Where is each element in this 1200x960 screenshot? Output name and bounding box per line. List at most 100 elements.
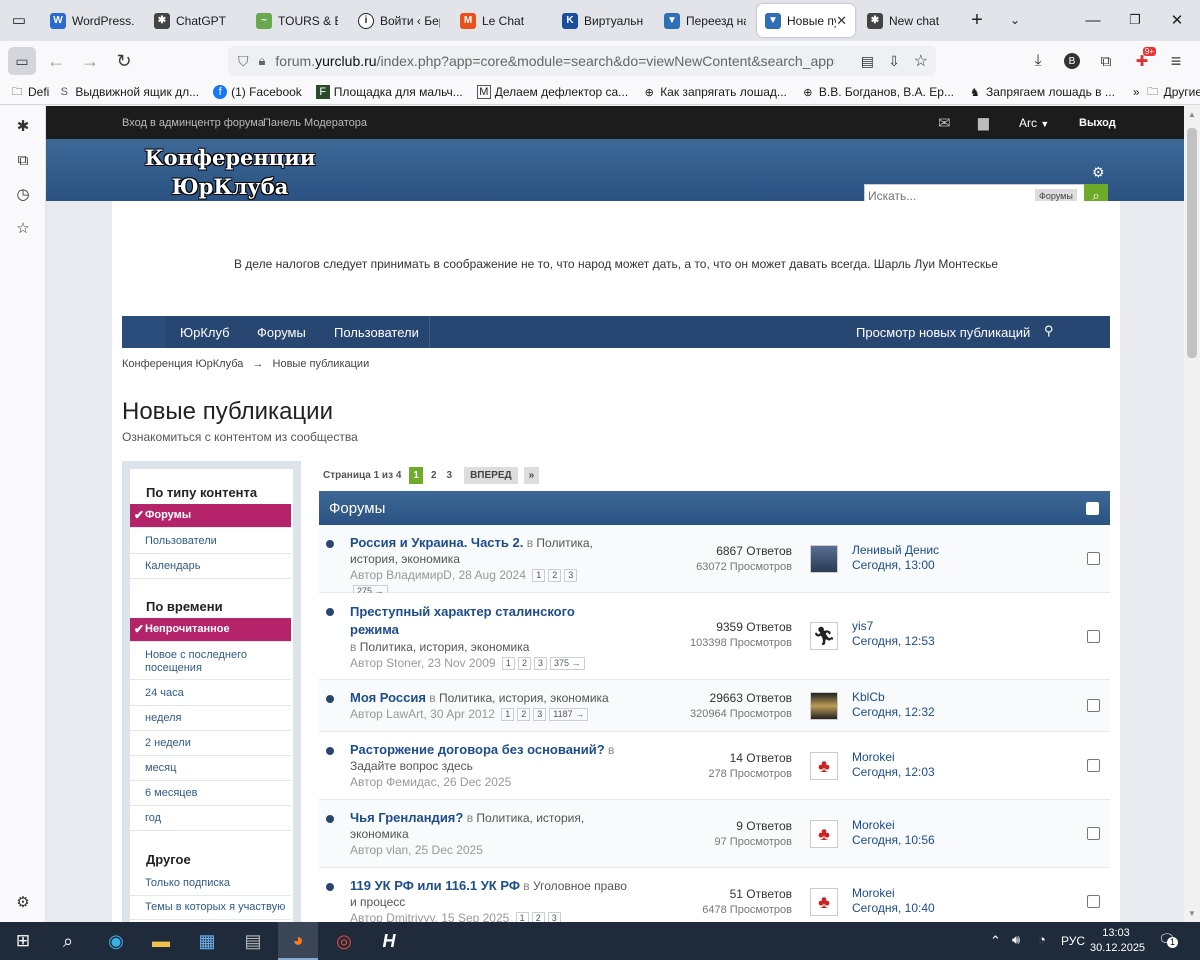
avatar[interactable] (810, 545, 838, 573)
filter-week[interactable]: неделя (130, 707, 291, 731)
last-poster[interactable]: Morokei (852, 818, 935, 833)
tab-wordpress[interactable]: WWordPress.co (42, 4, 142, 37)
clock[interactable]: 13:03 30.12.2025 (1090, 926, 1145, 956)
sidebar-toggle-icon[interactable]: ▭ (8, 47, 36, 75)
page-link-current[interactable]: 1 (409, 466, 423, 484)
extension-puzzle-icon[interactable]: ✚ 9+ (1128, 47, 1156, 75)
gear-icon[interactable]: ⚙ (1092, 164, 1105, 181)
row-checkbox[interactable] (1087, 699, 1100, 712)
bookmark-item[interactable]: ⊕ В.В. Богданов, В.А. Ер... (801, 85, 954, 99)
edge-icon[interactable]: ◉ (101, 926, 131, 956)
tab-chatgpt[interactable]: ✱ ChatGPT (146, 4, 244, 37)
language-indicator[interactable]: РУС (1061, 934, 1085, 948)
row-checkbox[interactable] (1087, 552, 1100, 565)
scroll-down-icon[interactable]: ▼ (1188, 909, 1196, 918)
topic-title[interactable]: Преступный характер сталинского режима (350, 603, 595, 639)
breadcrumb-home[interactable]: Конференция ЮрКлуба (122, 358, 243, 370)
nav-view-new-content[interactable]: Просмотр новых публикаций (856, 325, 1030, 340)
close-window-icon[interactable]: ✕ (1164, 8, 1190, 32)
last-post-time[interactable]: Сегодня, 10:40 (852, 901, 935, 916)
calculator-icon[interactable]: ▤ (238, 926, 268, 956)
tab-virtual[interactable]: KВиртуальны (554, 4, 652, 37)
tab-tours[interactable]: ~TOURS & EV (248, 4, 346, 37)
gear-icon[interactable]: ⚙ (13, 892, 33, 912)
address-bar[interactable]: ⛉ 🔒︎ forum.yurclub.ru/index.php?app=core… (228, 46, 936, 76)
page-link[interactable]: 3 (447, 470, 453, 481)
history-icon[interactable]: ◷ (13, 184, 33, 204)
bookmark-item[interactable]: f (1) Facebook (213, 85, 302, 99)
tab-move[interactable]: ▼ Переезд на (656, 4, 754, 37)
map-pin-icon[interactable]: ⚲ (1044, 323, 1054, 339)
tabs-sync-icon[interactable]: ⧉ (13, 150, 33, 170)
filter-followed-only[interactable]: Только подписка (130, 872, 291, 896)
filter-participated[interactable]: Темы в которых я участвую (130, 896, 291, 920)
bookmark-star-icon[interactable]: ☆ (914, 51, 928, 71)
last-post-time[interactable]: Сегодня, 12:53 (852, 634, 935, 649)
topic-page-link[interactable]: 1 (501, 657, 515, 670)
last-post-time[interactable]: Сегодня, 10:56 (852, 833, 935, 848)
topic-title[interactable]: Россия и Украина. Часть 2. (350, 535, 523, 550)
tab-list-icon[interactable]: ▭ (6, 8, 32, 32)
avatar[interactable] (810, 692, 838, 720)
forum-logo[interactable]: Конференции ЮрКлуба (142, 143, 318, 201)
reader-view-icon[interactable]: ▤ (861, 53, 874, 70)
filter-2-weeks[interactable]: 2 недели (130, 732, 291, 756)
bookmarks-overflow-icon[interactable]: » (1133, 85, 1140, 99)
topic-page-link[interactable]: 2 (531, 912, 545, 922)
filter-calendar[interactable]: Календарь (130, 555, 291, 579)
last-poster[interactable]: KblCb (852, 690, 935, 705)
downloads-icon[interactable]: ⤓ (1024, 47, 1052, 75)
topic-category[interactable]: Задайте вопрос здесь (350, 759, 473, 773)
user-menu[interactable]: Arc ▼ (1019, 116, 1049, 130)
last-poster[interactable]: Morokei (852, 886, 935, 901)
avatar[interactable]: ♣ (810, 820, 838, 848)
filter-year[interactable]: год (130, 807, 291, 831)
avatar[interactable]: 🏃︎ (810, 622, 838, 650)
tab-login[interactable]: i Войти ‹ Бер (350, 4, 448, 37)
filter-unread[interactable]: Непрочитанное (130, 618, 291, 642)
last-page-button[interactable]: » (523, 466, 540, 484)
topic-page-link[interactable]: 2 (548, 569, 562, 582)
windows-start-icon[interactable]: ⊞ (8, 926, 38, 956)
topic-page-link[interactable]: 375 → (549, 657, 585, 670)
volume-icon[interactable]: 🔊︎ (1012, 932, 1020, 948)
app-h-icon[interactable]: H (374, 926, 404, 956)
admin-center-link[interactable]: Вход в админцентр форума (122, 117, 264, 129)
select-all-checkbox[interactable] (1086, 502, 1099, 515)
last-post-time[interactable]: Сегодня, 12:03 (852, 765, 935, 780)
forward-icon[interactable]: → (76, 47, 104, 75)
new-tab-icon[interactable]: + (964, 8, 990, 32)
topic-title[interactable]: Расторжение договора без оснований? (350, 742, 605, 757)
topic-page-link[interactable]: 1 (501, 708, 515, 721)
filter-month[interactable]: месяц (130, 757, 291, 781)
topic-title[interactable]: 119 УК РФ или 116.1 УК РФ (350, 878, 520, 893)
bookmarks-icon[interactable]: ☆ (13, 218, 33, 238)
topic-title[interactable]: Чья Гренландия? (350, 810, 463, 825)
avatar[interactable]: ♣ (810, 888, 838, 916)
nav-yurclub[interactable]: ЮрКлуб (180, 325, 230, 340)
bookmark-item[interactable]: F Площадка для мальч... (315, 85, 463, 99)
messages-icon[interactable]: ✉ (938, 114, 951, 132)
last-post-time[interactable]: Сегодня, 13:00 (852, 558, 939, 573)
nav-forums[interactable]: Форумы (257, 325, 306, 340)
file-explorer-icon[interactable]: ▬ (146, 926, 176, 956)
account-icon[interactable]: B (1058, 47, 1086, 75)
search-icon[interactable]: ⌕ (53, 926, 83, 956)
minimize-icon[interactable]: — (1080, 8, 1106, 32)
bookmark-item[interactable]: 🗀︎Другие закладки (1146, 85, 1200, 99)
restore-icon[interactable]: ❐ (1122, 8, 1148, 32)
row-checkbox[interactable] (1087, 827, 1100, 840)
tab-new-posts[interactable]: ▼ Новые пу ✕ (757, 4, 855, 37)
notifications-icon[interactable]: ▆ (978, 114, 989, 131)
last-poster[interactable]: Ленивый Денис (852, 543, 939, 558)
filter-24h[interactable]: 24 часа (130, 682, 291, 706)
topic-page-link[interactable]: 1187 → (549, 708, 589, 721)
tab-lechat[interactable]: M Le Chat (452, 4, 550, 37)
topic-page-link[interactable]: 3 (533, 657, 547, 670)
topic-title[interactable]: Моя Россия (350, 690, 426, 705)
filter-forums[interactable]: Форумы (130, 504, 291, 528)
firefox-icon[interactable]: ◕ (278, 922, 318, 960)
avatar[interactable]: ♣ (810, 752, 838, 780)
scroll-up-icon[interactable]: ▲ (1188, 110, 1196, 119)
topic-category[interactable]: Политика, история, экономика (360, 640, 530, 654)
